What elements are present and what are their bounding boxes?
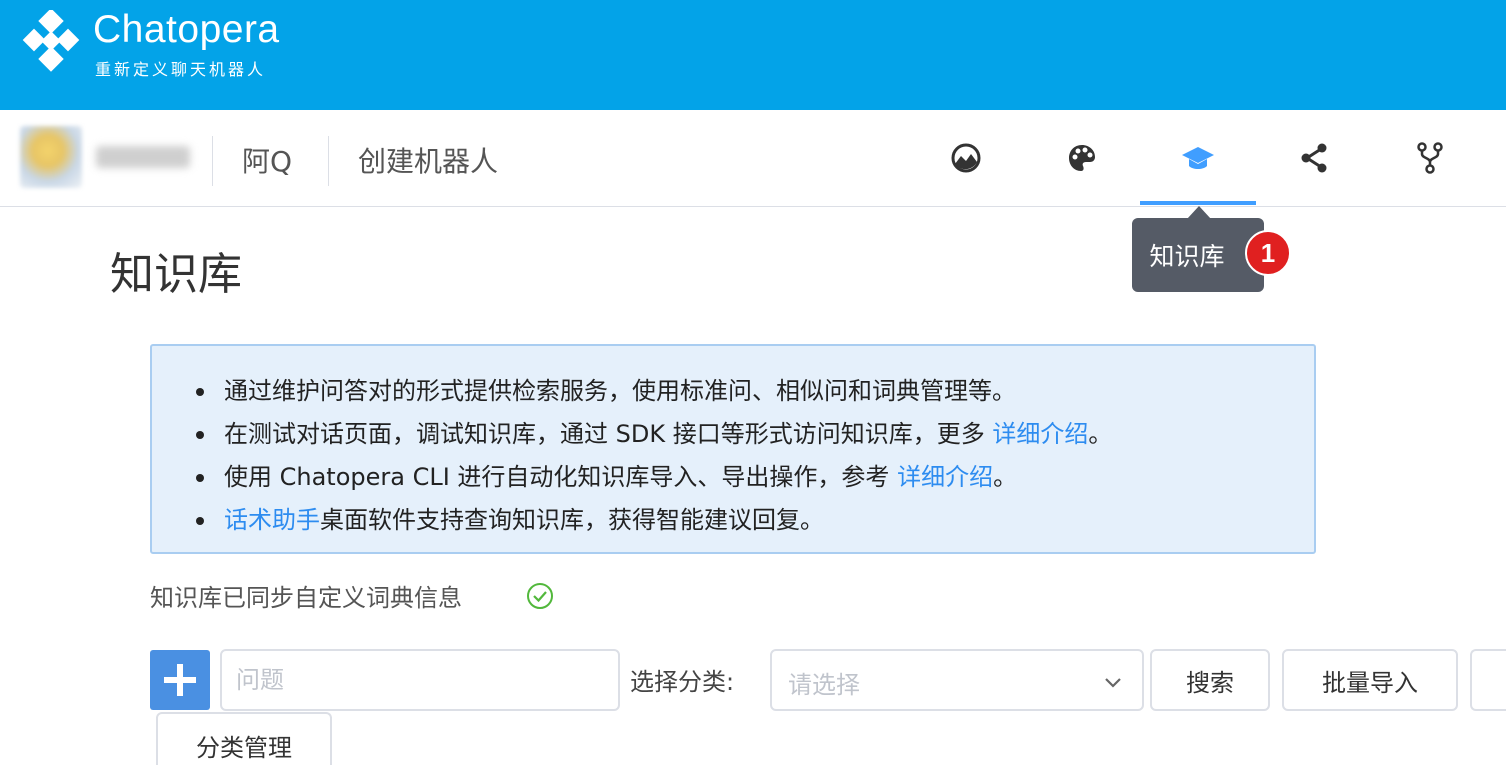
chatopera-logo-icon[interactable] [20, 10, 86, 76]
bot-navbar: 阿Q 创建机器人 [0, 110, 1506, 207]
plus-icon [164, 664, 196, 696]
dict-sync-status: 知识库已同步自定义词典信息 [150, 584, 462, 612]
info-text: 在测试对话页面，调试知识库，通过 SDK 接口等形式访问知识库，更多 [224, 420, 993, 448]
chevron-down-icon [1105, 678, 1121, 688]
create-bot-link[interactable]: 创建机器人 [358, 140, 498, 180]
info-text: 通过维护问答对的形式提供检索服务，使用标准问、相似问和词典管理等。 [224, 377, 1016, 405]
step-badge: 1 [1245, 230, 1291, 276]
list-item: 使用 Chatopera CLI 进行自动化知识库导入、导出操作，参考 详细介绍… [192, 456, 1112, 499]
category-label: 选择分类: [630, 668, 735, 696]
nav-knowledge-base[interactable] [1180, 140, 1216, 176]
export-button-partial[interactable] [1470, 649, 1506, 711]
list-item: 通过维护问答对的形式提供检索服务，使用标准问、相似问和词典管理等。 [192, 370, 1112, 413]
info-text: 。 [993, 463, 1018, 491]
list-item: 在测试对话页面，调试知识库，通过 SDK 接口等形式访问知识库，更多 详细介绍。 [192, 413, 1112, 456]
check-circle-icon [527, 583, 553, 609]
tooltip-label: 知识库 [1149, 242, 1225, 271]
dashboard-icon [951, 143, 981, 173]
category-select[interactable]: 请选择 [770, 649, 1144, 711]
nav-dashboard[interactable] [948, 140, 984, 176]
info-text: 桌面软件支持查询知识库，获得智能建议回复。 [320, 506, 824, 534]
nav-share[interactable] [1296, 140, 1332, 176]
search-button[interactable]: 搜索 [1150, 649, 1270, 711]
info-text: 。 [1088, 420, 1113, 448]
script-assistant-link[interactable]: 话术助手 [224, 506, 320, 534]
active-tab-indicator [1140, 201, 1256, 205]
fork-icon [1417, 142, 1443, 174]
details-link[interactable]: 详细介绍 [992, 420, 1088, 448]
bulk-import-button[interactable]: 批量导入 [1282, 649, 1458, 711]
add-question-button[interactable] [150, 650, 210, 710]
list-item: 话术助手桌面软件支持查询知识库，获得智能建议回复。 [192, 499, 1112, 542]
info-list: 通过维护问答对的形式提供检索服务，使用标准问、相似问和词典管理等。 在测试对话页… [192, 370, 1112, 542]
palette-icon [1069, 145, 1095, 171]
cli-details-link[interactable]: 详细介绍 [897, 463, 993, 491]
info-panel: 通过维护问答对的形式提供检索服务，使用标准问、相似问和词典管理等。 在测试对话页… [150, 344, 1316, 554]
category-placeholder: 请选择 [788, 671, 860, 699]
bot-name-link[interactable]: 阿Q [242, 140, 292, 180]
question-search-input[interactable] [220, 649, 620, 711]
nav-fork[interactable] [1412, 140, 1448, 176]
share-icon [1301, 143, 1327, 173]
divider [328, 136, 329, 186]
brand-tagline: 重新定义聊天机器人 [95, 60, 267, 79]
brand-header: Chatopera 重新定义聊天机器人 [0, 0, 1506, 110]
nav-palette[interactable] [1064, 140, 1100, 176]
divider [212, 136, 213, 186]
user-name-blurred [96, 146, 190, 168]
brand-name: Chatopera [93, 8, 280, 51]
graduation-cap-icon [1182, 147, 1214, 169]
avatar[interactable] [20, 126, 82, 188]
info-text: 使用 Chatopera CLI 进行自动化知识库导入、导出操作，参考 [224, 463, 898, 491]
page-title: 知识库 [110, 249, 242, 300]
category-manage-button[interactable]: 分类管理 [156, 712, 332, 765]
